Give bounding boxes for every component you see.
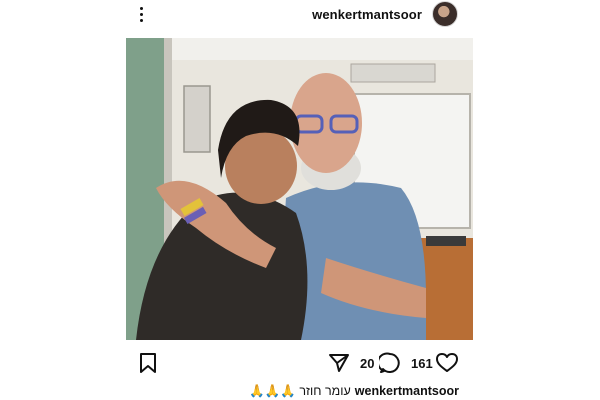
post-photo[interactable] [126, 38, 473, 340]
post-caption: עומר חוזר 🙏🙏🙏 wenkertmantsoor [249, 384, 459, 399]
more-dot [140, 19, 143, 22]
more-vertical-icon [140, 7, 143, 10]
action-bar: 20 161 [0, 350, 600, 378]
comments-count: 20 [360, 356, 375, 371]
header-username[interactable]: wenkertmantsoor [312, 7, 422, 22]
bookmark-icon[interactable] [139, 353, 157, 373]
more-dot [140, 13, 143, 16]
profile-avatar[interactable] [432, 1, 458, 27]
send-icon[interactable] [328, 353, 350, 373]
post-header: wenkertmantsoor [0, 0, 600, 30]
more-options-button[interactable] [134, 5, 150, 25]
comment-icon[interactable] [377, 352, 401, 374]
caption-text: עומר חוזר 🙏🙏🙏 [249, 384, 351, 398]
likes-count: 161 [411, 356, 433, 371]
caption-username[interactable]: wenkertmantsoor [355, 384, 459, 398]
photo-illustration [126, 38, 473, 340]
heart-icon[interactable] [436, 353, 458, 373]
